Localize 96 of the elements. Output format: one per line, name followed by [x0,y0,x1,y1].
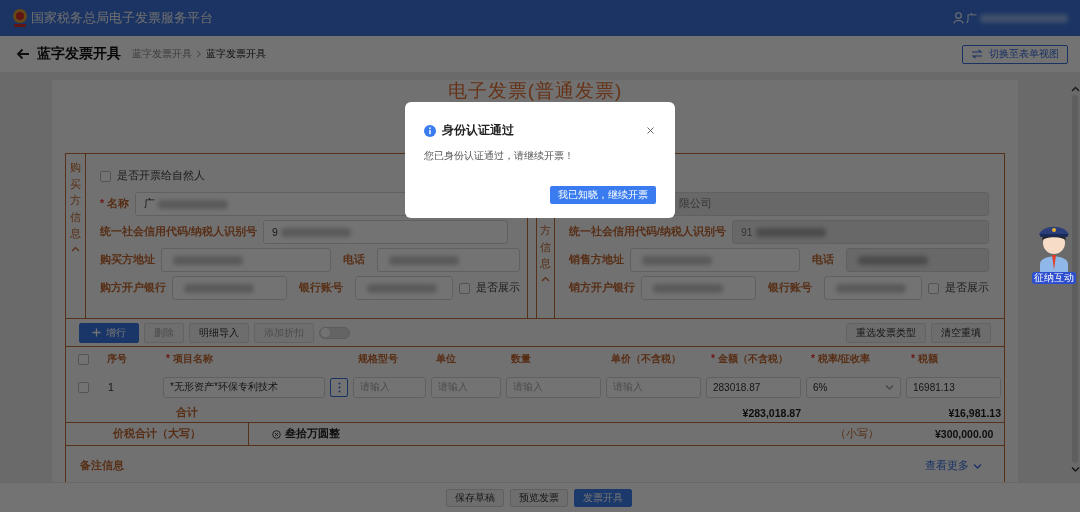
dialog-title: 身份认证通过 [442,122,514,139]
select-field[interactable]: 6% [806,376,901,398]
column-header: 单位 [435,352,457,366]
toolbar-button[interactable]: 清空重填 [931,322,991,343]
input-field[interactable] [355,276,453,300]
blurred-text [280,227,351,237]
input-field[interactable]: 9 [262,220,508,244]
amount-in-figures: ¥300,000.00 [934,428,995,440]
more-button[interactable] [330,377,348,397]
invoice-title: 电子发票(普通发票) [447,81,623,101]
input-field[interactable] [377,248,520,272]
column-header: * 项目名称 [165,352,214,366]
mascot-badge[interactable]: 征纳互动 [1032,272,1076,284]
column-header: 单价（不含税） [610,352,682,366]
toolbar-button[interactable]: 明细导入 [189,322,249,343]
chevron-up-icon [1070,86,1080,92]
field-label: 销方开户银行 [569,281,635,295]
column-header: 数量 [510,352,532,366]
close-icon[interactable] [647,127,654,134]
site-title: 国家税务总局电子发票服务平台 [31,9,213,27]
input-field[interactable] [161,248,331,272]
column-header: 规格型号 [357,352,399,366]
toolbar-button[interactable]: 重选发票类型 [846,322,926,343]
blurred-text [184,283,254,293]
blurred-text [642,255,712,265]
footer-button[interactable]: 保存草稿 [445,488,504,507]
blurred-text [858,255,928,265]
chevron-up-icon [71,245,80,252]
blurred-text [389,255,459,265]
field-label: 购买方地址 [100,253,155,267]
chevron-down-icon [885,384,894,390]
table-cell-text: 1 [107,381,115,393]
input-field[interactable] [172,276,287,300]
column-header: * 税额 [910,352,939,366]
input-field[interactable] [824,276,922,300]
section-label: 方信息 [540,223,551,271]
input-field[interactable]: *无形资产*环保专利技术 [163,376,325,398]
emblem-icon [11,8,29,28]
user-name: 广 [966,10,977,26]
user-icon [953,12,964,24]
checkbox[interactable] [78,353,89,365]
back-arrow-icon[interactable] [16,48,30,60]
blurred-text [173,255,243,265]
checkbox[interactable] [459,282,470,294]
field-label: 统一社会信用代码/纳税人识别号 [100,225,257,239]
field-label: 银行账号 [768,281,812,295]
page-title: 蓝字发票开具 [37,45,121,63]
checkbox-label: 是否开票给自然人 [117,169,205,183]
input-field[interactable] [630,248,800,272]
checkbox-label: 是否展示 [476,281,520,295]
checkbox[interactable] [78,381,89,393]
chevron-down-icon [973,463,982,469]
dots-icon [337,381,341,393]
remarks-label: 备注信息 [80,459,124,473]
checkbox[interactable] [100,170,111,182]
field-label: 统一社会信用代码/纳税人识别号 [569,225,726,239]
total-amount: ¥283,018.87 [741,406,802,419]
field-label: * 名称 [100,197,129,211]
toolbar-button[interactable]: 增行 [79,322,139,343]
view-more-link[interactable]: 查看更多 [925,459,982,473]
switch-view-button[interactable]: 切换至表单视图 [962,44,1068,64]
input-field[interactable]: 16981.13 [906,376,1001,398]
field-label: 销售方地址 [569,253,624,267]
info-icon [424,124,436,137]
blurred-text [755,227,826,237]
column-header: 序号 [106,352,128,366]
amount-in-words: 叁拾万圆整 [285,427,340,441]
blurred-text [158,199,228,209]
chevron-up-icon [541,275,550,282]
total-label: 合计 [175,405,199,420]
checkbox-label: 是否展示 [945,281,989,295]
input-field[interactable]: 283018.87 [706,376,801,398]
chevron-down-icon [1070,466,1080,472]
plus-icon [92,328,101,337]
blurred-text [653,283,723,293]
swap-icon [971,49,983,59]
chevron-right-icon [196,50,202,58]
field-label: 电话 [343,253,365,267]
amount-label: （小写） [835,427,879,441]
column-header: * 税率/征收率 [810,352,872,366]
footer-button[interactable]: 预览发票 [509,488,568,507]
blurred-text [836,283,906,293]
field-label: 购方开户银行 [100,281,166,295]
field-label: 银行账号 [299,281,343,295]
cross-circle-icon [272,429,281,439]
total-tax: ¥16,981.13 [947,406,1002,419]
blurred-text [367,283,437,293]
column-header: * 金额（不含税） [710,352,789,366]
confirm-button[interactable]: 我已知晓，继续开票 [550,186,656,204]
field-label: 电话 [812,253,834,267]
breadcrumb-current: 蓝字发票开具 [206,47,266,61]
input-field[interactable] [641,276,756,300]
grand-total-label: 价税合计（大写） [66,423,249,445]
checkbox[interactable] [928,282,939,294]
section-label: 购买方信息 [70,160,81,241]
dialog-message: 您已身份认证通过，请继续开票！ [424,149,575,163]
